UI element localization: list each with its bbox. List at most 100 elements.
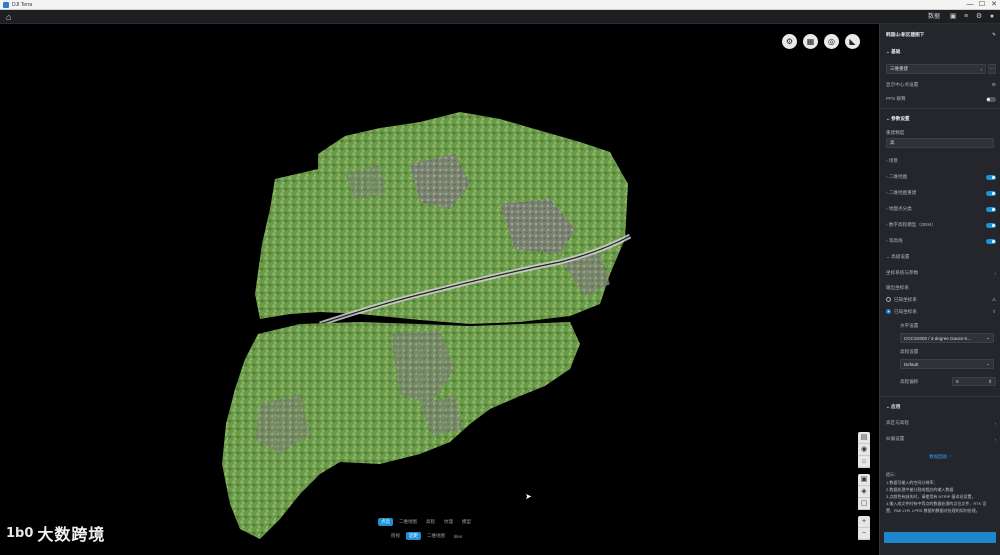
pps-toggle[interactable] xyxy=(986,96,996,102)
grid-icon[interactable]: ▦ xyxy=(803,34,818,49)
section-output[interactable]: ⌄ 高级设置 xyxy=(886,254,996,260)
option-label-1: 二维地图重建 xyxy=(888,190,917,195)
warning-icon: ⚠ xyxy=(991,297,996,302)
coord-option-2-row[interactable]: 已知坐标系 ⇪ xyxy=(886,309,996,315)
chevron-right-icon: › xyxy=(994,420,996,426)
view-mode-tabs: 俯视 近距 二维地图 tiles xyxy=(388,532,498,540)
chevron-right-icon: › xyxy=(994,436,996,442)
measure-icon[interactable]: ◣ xyxy=(845,34,860,49)
basic-settings-label: 显示中心点设置 xyxy=(886,82,919,87)
zoom-in-button[interactable]: + xyxy=(858,516,870,528)
tab-2d-map[interactable]: 二维地图 xyxy=(396,518,420,526)
home-view-icon[interactable]: ⌂ xyxy=(858,456,870,468)
option-label-3: 数字高程模型（DEM） xyxy=(888,222,936,227)
notes-title: 提示： xyxy=(886,472,898,477)
pps-label: PPS 解算 xyxy=(886,96,906,101)
toolbar-data-label[interactable]: 数据 xyxy=(928,12,940,22)
zoom-out-button[interactable]: − xyxy=(858,528,870,540)
option-row-2: › 地面点分类 xyxy=(886,206,996,212)
resolution-select[interactable]: 高 xyxy=(886,138,994,148)
mode-top[interactable]: 俯视 xyxy=(388,532,403,540)
stepper-icon[interactable]: ⇕ xyxy=(988,379,992,385)
section-base-label: ⌄ 基础 xyxy=(886,49,901,54)
option-row-1: › 二维地图重建 xyxy=(886,190,996,196)
offset-row: 高程偏移 0 ⇕ xyxy=(900,377,996,386)
more-button[interactable]: ⋯ xyxy=(988,64,996,74)
start-processing-button[interactable] xyxy=(884,532,996,543)
mode-select[interactable]: 三维重建 › xyxy=(886,64,986,74)
upload-icon[interactable]: ⇪ xyxy=(992,309,996,315)
resolution-value: 高 xyxy=(890,140,895,145)
divider xyxy=(880,108,1000,109)
custom-coord-label: 坐标系统与参数 xyxy=(886,270,919,275)
tab-texture[interactable]: 纹理 xyxy=(441,518,456,526)
user-icon[interactable]: ● xyxy=(988,13,996,21)
option-row-4: › 等高线 xyxy=(886,238,996,244)
chevron-down-icon: ⌄ xyxy=(986,361,990,366)
zoom-extent-icon[interactable]: ▣ xyxy=(858,474,870,486)
section-base[interactable]: ⌄ 基础 xyxy=(886,49,996,55)
option-label-4: 等高线 xyxy=(888,238,903,243)
scene-row[interactable]: › 场景 xyxy=(886,158,996,164)
apply-item-1[interactable]: 高区与高程 › xyxy=(886,420,996,426)
vertical-label: 高程设置 xyxy=(900,349,919,354)
coord-option-1-row[interactable]: 已知坐标系 ⚠ xyxy=(886,297,996,303)
edit-icon[interactable]: ✎ xyxy=(992,32,996,38)
tab-elevation[interactable]: 高程 xyxy=(423,518,438,526)
tab-point-cloud[interactable]: 点云 xyxy=(378,518,393,526)
coord-radio-2[interactable] xyxy=(886,309,891,315)
camera-icon[interactable]: ◉ xyxy=(858,444,870,456)
gear-icon[interactable]: ⚙ xyxy=(975,13,983,21)
data-panel-link[interactable]: 数据面板 ☞ xyxy=(929,454,953,460)
home-icon[interactable]: ⌂ xyxy=(6,12,16,22)
window-title-bar: DJI Terra — ☐ ✕ xyxy=(0,0,1000,10)
watermark: 1b0 大数跨境 xyxy=(6,521,105,545)
apply-item-2[interactable]: 纠偏设置 › xyxy=(886,436,996,442)
chevron-right-icon: › xyxy=(994,270,996,276)
vertical-select[interactable]: Default ⌄ xyxy=(900,359,994,369)
chevron-down-icon: ⌄ xyxy=(986,335,990,340)
resolution-row: 重建精度 xyxy=(886,130,996,136)
coord-radio-1[interactable] xyxy=(886,297,891,303)
option-toggle-2[interactable] xyxy=(986,206,996,212)
cube-icon[interactable]: ▣ xyxy=(949,13,957,21)
screenshot-icon[interactable]: ▤ xyxy=(858,432,870,444)
gear-icon[interactable]: ⚙ xyxy=(992,82,996,88)
section-apply-label: 应用 xyxy=(891,404,901,409)
mode-close[interactable]: 近距 xyxy=(406,532,421,540)
vertical-value: Default xyxy=(904,361,919,367)
target-icon[interactable]: ◈ xyxy=(858,486,870,498)
section-params[interactable]: ⌄ 参数设置 xyxy=(886,116,996,122)
option-toggle-1[interactable] xyxy=(986,190,996,196)
custom-coord-row[interactable]: 坐标系统与参数 › xyxy=(886,270,996,276)
compass-icon[interactable]: ◎ xyxy=(824,34,839,49)
option-label-0: 二维地图 xyxy=(888,174,908,179)
horizontal-select[interactable]: CGCS2000 / 3-degree Gauss-K... ⌄ xyxy=(900,333,994,343)
coord-system-row: 输出坐标系 xyxy=(886,285,996,291)
view-side-tools: ▤ ◉ ⌂ xyxy=(858,432,870,468)
mode-tiles[interactable]: tiles xyxy=(451,533,465,540)
settings-icon[interactable]: ⚙ xyxy=(782,34,797,49)
data-panel-link-row: 数据面板 ☞ xyxy=(886,454,996,460)
basic-settings-row[interactable]: 显示中心点设置 ⚙ xyxy=(886,82,996,88)
option-toggle-3[interactable] xyxy=(986,222,996,228)
tab-model[interactable]: 模型 xyxy=(459,518,474,526)
layers-icon[interactable]: ≡ xyxy=(962,13,970,21)
app-toolbar: ⌂ 数据 ▣ ≡ ⚙ ● xyxy=(0,10,1000,24)
option-label-2: 地面点分类 xyxy=(888,206,912,211)
toolbar-right-tools: 数据 ▣ ≡ ⚙ ● xyxy=(928,12,996,22)
close-button[interactable]: ✕ xyxy=(990,1,998,9)
render-mode-tabs: 点云 二维地图 高程 纹理 模型 xyxy=(378,518,488,526)
section-apply[interactable]: ⌄ 应用 xyxy=(886,404,996,410)
option-toggle-4[interactable] xyxy=(986,238,996,244)
map-viewport[interactable]: ⚙ ▦ ◎ ◣ ▤ ◉ ⌂ ▣ ◈ ▢ + − 点云 二维地图 高程 纹理 模型… xyxy=(0,24,879,555)
maximize-button[interactable]: ☐ xyxy=(978,1,986,9)
view-top-buttons: ⚙ ▦ ◎ ◣ xyxy=(782,34,860,49)
fit-icon[interactable]: ▢ xyxy=(858,498,870,510)
mode-2d[interactable]: 二维地图 xyxy=(424,532,448,540)
note-line-4: 置、RMI LYR, LPRS 数据的数据对处理的如何处理。 xyxy=(886,508,980,513)
option-toggle-0[interactable] xyxy=(986,174,996,180)
mode-select-value: 三维重建 xyxy=(890,66,908,71)
offset-input[interactable]: 0 ⇕ xyxy=(952,377,996,386)
minimize-button[interactable]: — xyxy=(966,1,974,9)
